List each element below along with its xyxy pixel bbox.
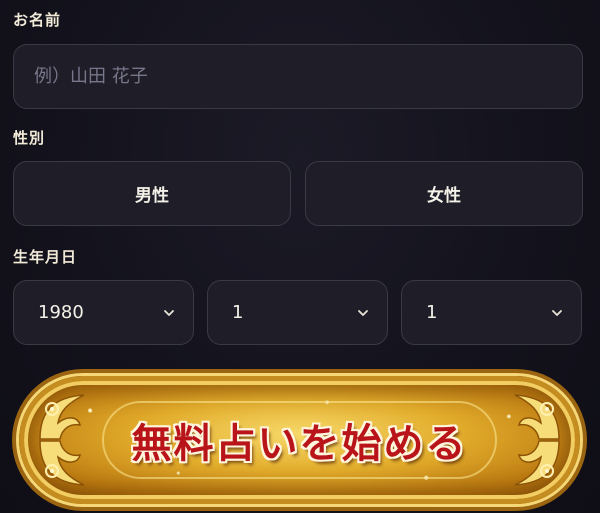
birth-year-select[interactable]: 1980 [13,280,194,345]
birth-day-select[interactable]: 1 [401,280,582,345]
ornament-icon [514,440,560,486]
chevron-down-icon [358,309,368,316]
name-label: お名前 [13,11,62,29]
gender-male-button[interactable]: 男性 [13,161,291,226]
name-input[interactable] [13,44,583,109]
birth-month-value: 1 [232,302,244,323]
gender-female-button[interactable]: 女性 [305,161,583,226]
start-free-fortune-button[interactable]: 無料占いを始める [19,376,580,504]
birth-month-select[interactable]: 1 [207,280,388,345]
chevron-down-icon [164,309,174,316]
start-free-fortune-label: 無料占いを始める [131,420,468,467]
birthday-label: 生年月日 [13,248,78,266]
ornament-icon [39,440,85,486]
gender-label: 性別 [13,129,46,147]
gender-male-label: 男性 [135,186,169,206]
chevron-down-icon [552,309,562,316]
birth-day-value: 1 [426,302,438,323]
gender-female-label: 女性 [427,186,461,206]
birth-year-value: 1980 [38,302,84,323]
